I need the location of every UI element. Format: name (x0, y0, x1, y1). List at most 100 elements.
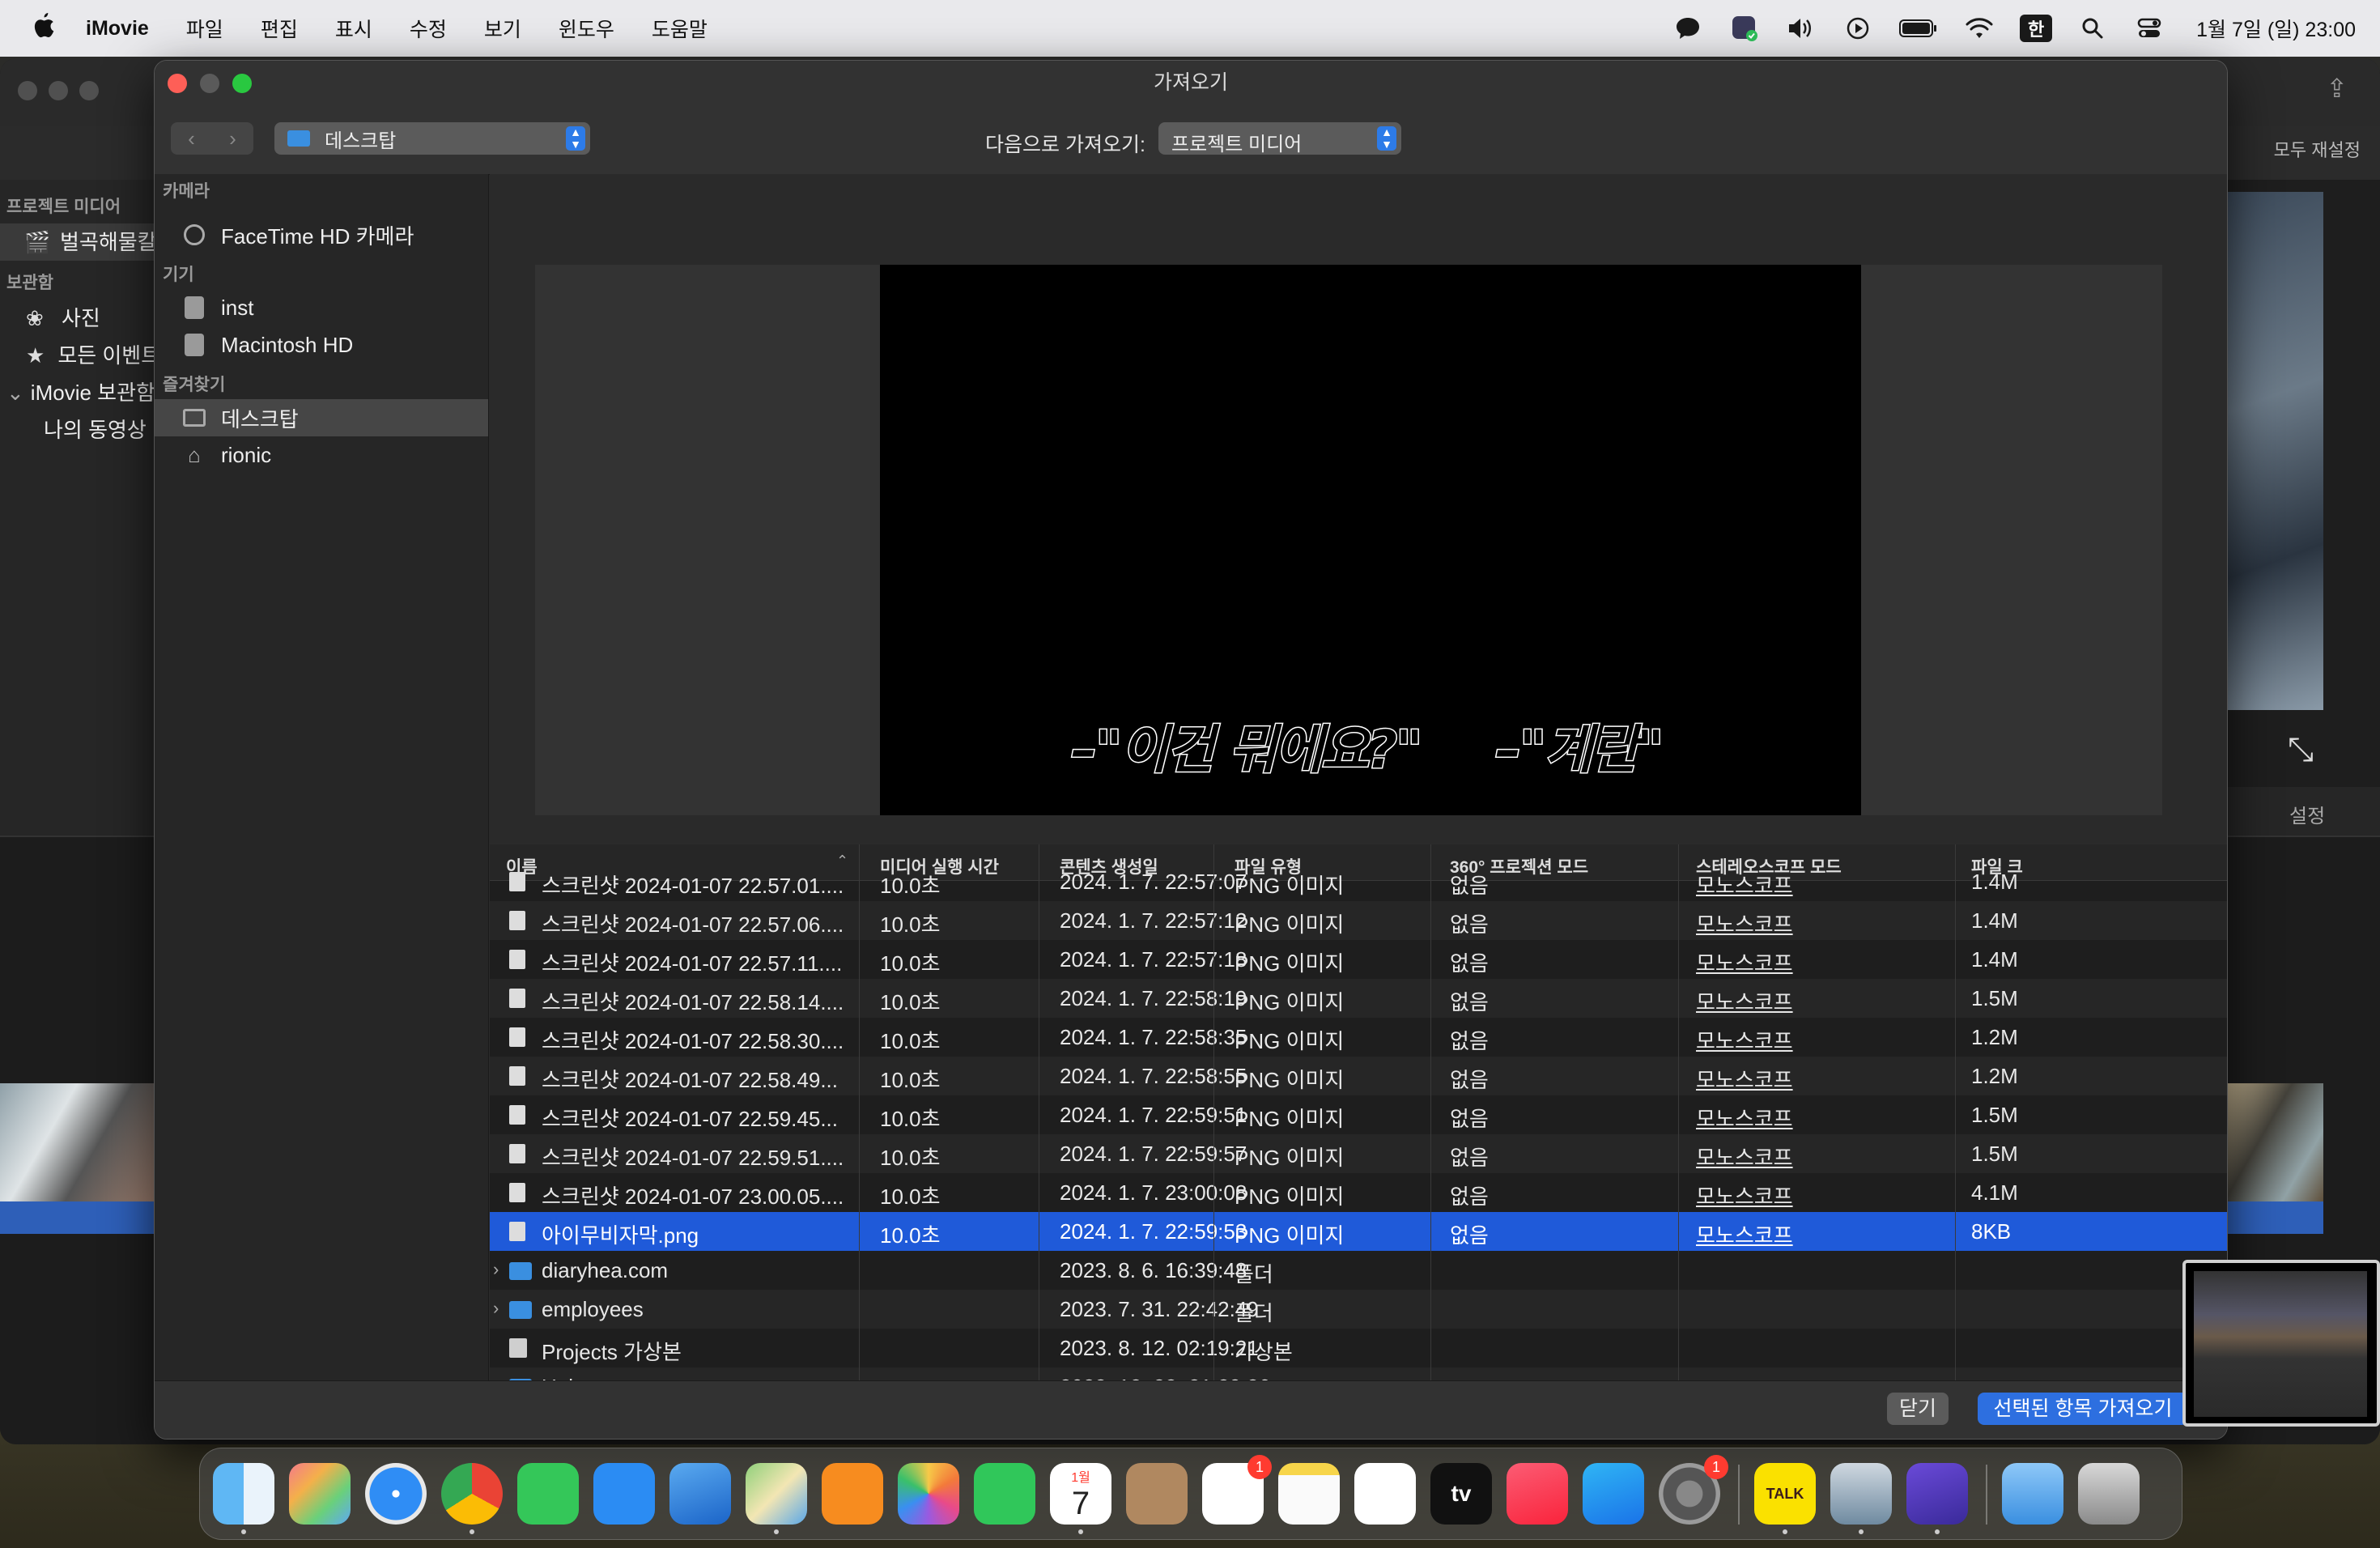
menu-help[interactable]: 도움말 (652, 14, 708, 43)
imovie-zoom-button[interactable] (79, 81, 99, 100)
file-name: 스크린샷 2024-01-07 22.57.06.... (542, 912, 844, 937)
trash-icon[interactable] (2078, 1463, 2140, 1525)
source-favorite-home[interactable]: ⌂ rionic (155, 436, 488, 474)
source-favorite-desktop[interactable]: 데스크탑 (155, 399, 488, 436)
menu-edit[interactable]: 편집 (261, 14, 298, 43)
file-row[interactable]: Projects 가상본 2023. 8. 12. 02:19:21 가상본 (490, 1329, 2227, 1367)
settings-icon[interactable]: 1 (1659, 1455, 1728, 1525)
sidebar-my-videos-label: 나의 동영상 (44, 418, 147, 442)
share-icon[interactable]: ⇪ (2326, 73, 2348, 104)
file-row[interactable]: › employees 2023. 7. 31. 22:42:49 폴더 (490, 1290, 2227, 1329)
forward-chevron-icon[interactable]: › (212, 122, 253, 155)
menu-file[interactable]: 파일 (186, 14, 223, 43)
calendar-icon[interactable]: 1월 7 (1050, 1463, 1111, 1525)
tv-icon[interactable]: tv (1430, 1463, 1492, 1525)
timeline-clip-left[interactable] (0, 1083, 154, 1201)
menu-window[interactable]: 윈도우 (559, 14, 614, 43)
close-button[interactable]: 닫기 (1887, 1393, 1949, 1425)
file-created: 2023. 8. 12. 02:19:21 (1060, 1336, 1259, 1360)
project-item[interactable]: 🎬 벌곡해물칼 (0, 223, 157, 261)
file-name: 스크린샷 2024-01-07 22.58.49... (542, 1068, 839, 1092)
file-row[interactable]: 스크린샷 2024-01-07 22.59.51.... 10.0초 2024. 1… (490, 1134, 2227, 1173)
safari-icon[interactable] (365, 1463, 427, 1525)
books-icon[interactable] (822, 1463, 883, 1525)
mail-icon[interactable] (593, 1463, 655, 1525)
volume-icon[interactable] (1785, 12, 1817, 45)
import-to-popup[interactable]: 프로젝트 미디어 ▲ ▼ (1158, 122, 1401, 155)
file-row[interactable]: 스크린샷 2024-01-07 22.58.14.... 10.0초 2024. 1… (490, 979, 2227, 1018)
file-row[interactable]: › diaryhea.com 2023. 8. 6. 16:39:48 폴더 (490, 1251, 2227, 1290)
photos-icon[interactable] (898, 1463, 959, 1525)
file-row[interactable]: 스크린샷 2024-01-07 22.58.30.... 10.0초 2024. 1… (490, 1018, 2227, 1057)
image-file-icon (509, 989, 525, 1008)
file-row[interactable]: 스크린샷 2024-01-07 22.57.01.... 10.0초 2024. 1… (490, 862, 2227, 901)
file-created: 2024. 1. 7. 22:58:35 (1060, 1025, 1247, 1049)
chevron-down-icon[interactable]: ⌄ (6, 374, 24, 411)
sidebar-item-imovie-library[interactable]: ⌄ iMovie 보관함 (0, 374, 155, 411)
input-method-indicator[interactable]: 한 (2020, 12, 2053, 45)
timeline-settings-button[interactable]: 설정 (2289, 800, 2325, 828)
timeline-clip-right[interactable] (2226, 1083, 2323, 1201)
facetime-icon[interactable] (974, 1463, 1035, 1525)
screenshot-thumbnail[interactable] (2182, 1260, 2380, 1427)
reset-all-button[interactable]: 모두 재설정 (2274, 136, 2361, 162)
disclosure-chevron-icon[interactable]: › (493, 1259, 499, 1280)
downloads-icon[interactable] (2002, 1463, 2063, 1525)
chat-status-icon[interactable] (1672, 12, 1704, 45)
messages-icon[interactable] (517, 1463, 579, 1525)
notes-icon[interactable] (1278, 1463, 1340, 1525)
chrome-icon[interactable] (441, 1463, 503, 1525)
menu-view[interactable]: 보기 (484, 14, 521, 43)
imovie-icon[interactable] (1906, 1463, 1968, 1525)
source-device-inst[interactable]: inst (155, 289, 488, 326)
fullscreen-expand-icon[interactable]: ⤡ (2288, 732, 2314, 768)
contacts-icon[interactable] (1126, 1463, 1188, 1525)
running-indicator (1078, 1529, 1083, 1534)
menu-modify[interactable]: 수정 (410, 14, 447, 43)
file-row[interactable]: 스크린샷 2024-01-07 22.57.11.... 10.0초 2024. 1… (490, 940, 2227, 979)
file-row[interactable]: 스크린샷 2024-01-07 22.57.06.... 10.0초 2024. 1… (490, 901, 2227, 940)
launchpad-icon[interactable] (289, 1463, 351, 1525)
import-selected-button[interactable]: 선택된 항목 가져오기 (1978, 1393, 2188, 1425)
back-chevron-icon[interactable]: ‹ (171, 122, 212, 155)
file-row[interactable]: 스크린샷 2024-01-07 22.59.45... 10.0초 2024. 1.… (490, 1095, 2227, 1134)
imovie-minimize-button[interactable] (49, 81, 68, 100)
apple-menu-icon[interactable] (31, 11, 57, 45)
menu-clock[interactable]: 1월 7일 (일) 23:00 (2196, 14, 2356, 43)
battery-icon[interactable] (1898, 12, 1939, 45)
finder-icon[interactable] (213, 1463, 274, 1525)
keynote-icon[interactable] (669, 1463, 731, 1525)
sidebar-item-my-videos[interactable]: 나의 동영상 (0, 411, 154, 449)
sidebar-item-all-events[interactable]: ★ 모든 이벤트 (0, 337, 160, 374)
dialog-minimize-button[interactable] (200, 74, 219, 93)
location-popup[interactable]: 데스크탑 ▲ ▼ (274, 122, 590, 155)
vpn-status-icon[interactable] (1728, 12, 1761, 45)
source-device-macintosh-hd[interactable]: Macintosh HD (155, 326, 488, 364)
reminders-badge: 1 (1247, 1455, 1272, 1479)
appstore-icon[interactable] (1583, 1463, 1644, 1525)
source-facetime-camera[interactable]: FaceTime HD 카메라 (155, 216, 488, 253)
file-rows: 스크린샷 2024-01-07 22.57.01.... 10.0초 2024. 1… (490, 870, 2227, 1406)
dialog-close-button[interactable] (168, 74, 187, 93)
dialog-zoom-button[interactable] (232, 74, 252, 93)
spotlight-search-icon[interactable] (2076, 12, 2109, 45)
file-row[interactable]: 아이무비자막.png 10.0초 2024. 1. 7. 22:59:53 PNG 이… (490, 1212, 2227, 1251)
maps-icon[interactable] (746, 1463, 807, 1525)
music-icon[interactable] (1507, 1463, 1568, 1525)
freeform-icon[interactable] (1354, 1463, 1416, 1525)
wifi-icon[interactable] (1963, 12, 1995, 45)
preview-icon[interactable] (1830, 1463, 1892, 1525)
tv-label: tv (1451, 1481, 1472, 1506)
disclosure-chevron-icon[interactable]: › (493, 1298, 499, 1319)
file-row[interactable]: 스크린샷 2024-01-07 22.58.49... 10.0초 2024. 1.… (490, 1057, 2227, 1095)
app-name-menu[interactable]: iMovie (86, 17, 149, 40)
menu-mark[interactable]: 표시 (335, 14, 372, 43)
calendar-day: 7 (1071, 1486, 1090, 1521)
reminders-icon[interactable]: 1 (1202, 1455, 1272, 1525)
file-row[interactable]: 스크린샷 2024-01-07 23.00.05.... 10.0초 2024. 1… (490, 1173, 2227, 1212)
kakaotalk-icon[interactable]: TALK (1754, 1463, 1816, 1525)
sidebar-item-photos[interactable]: ❀ 사진 (0, 300, 154, 337)
control-center-icon[interactable] (2133, 12, 2165, 45)
imovie-close-button[interactable] (18, 81, 37, 100)
now-playing-icon[interactable] (1842, 12, 1874, 45)
